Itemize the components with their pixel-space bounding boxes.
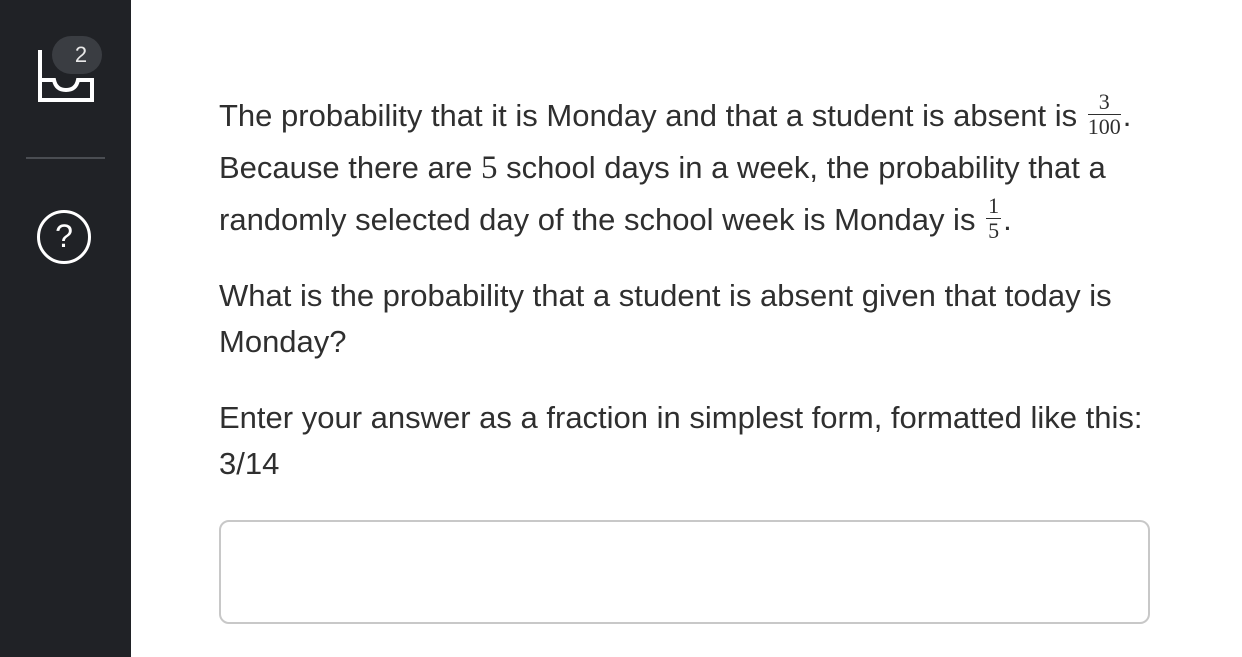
- p1-text-a: The probability that it is Monday and th…: [219, 98, 1078, 133]
- notification-badge: 2: [52, 36, 102, 74]
- fraction-1-5: 15: [986, 193, 1002, 244]
- help-button[interactable]: ?: [37, 210, 91, 264]
- p1-text-d: .: [1003, 202, 1012, 237]
- sidebar-divider: [26, 157, 105, 159]
- question-content: The probability that it is Monday and th…: [219, 90, 1179, 487]
- school-days-number: 5: [480, 150, 498, 186]
- tray-button[interactable]: 2: [30, 36, 104, 108]
- help-icon: ?: [55, 218, 73, 254]
- app: 2 ? The probability that it is Monday an…: [0, 0, 1242, 657]
- question-paragraph-1: The probability that it is Monday and th…: [219, 90, 1179, 246]
- question-paragraph-2: What is the probability that a student i…: [219, 278, 1112, 359]
- answer-input[interactable]: [219, 520, 1150, 624]
- instructions-paragraph: Enter your answer as a fraction in simpl…: [219, 400, 1143, 481]
- fraction-denominator: 5: [988, 218, 1000, 244]
- notification-count: 2: [74, 42, 88, 67]
- fraction-numerator: 3: [1087, 91, 1121, 116]
- fraction-denominator: 100: [1087, 114, 1121, 140]
- fraction-3-100: 3 100: [1087, 91, 1121, 140]
- fraction-numerator: 1: [986, 193, 1002, 220]
- sidebar: 2 ?: [0, 0, 131, 657]
